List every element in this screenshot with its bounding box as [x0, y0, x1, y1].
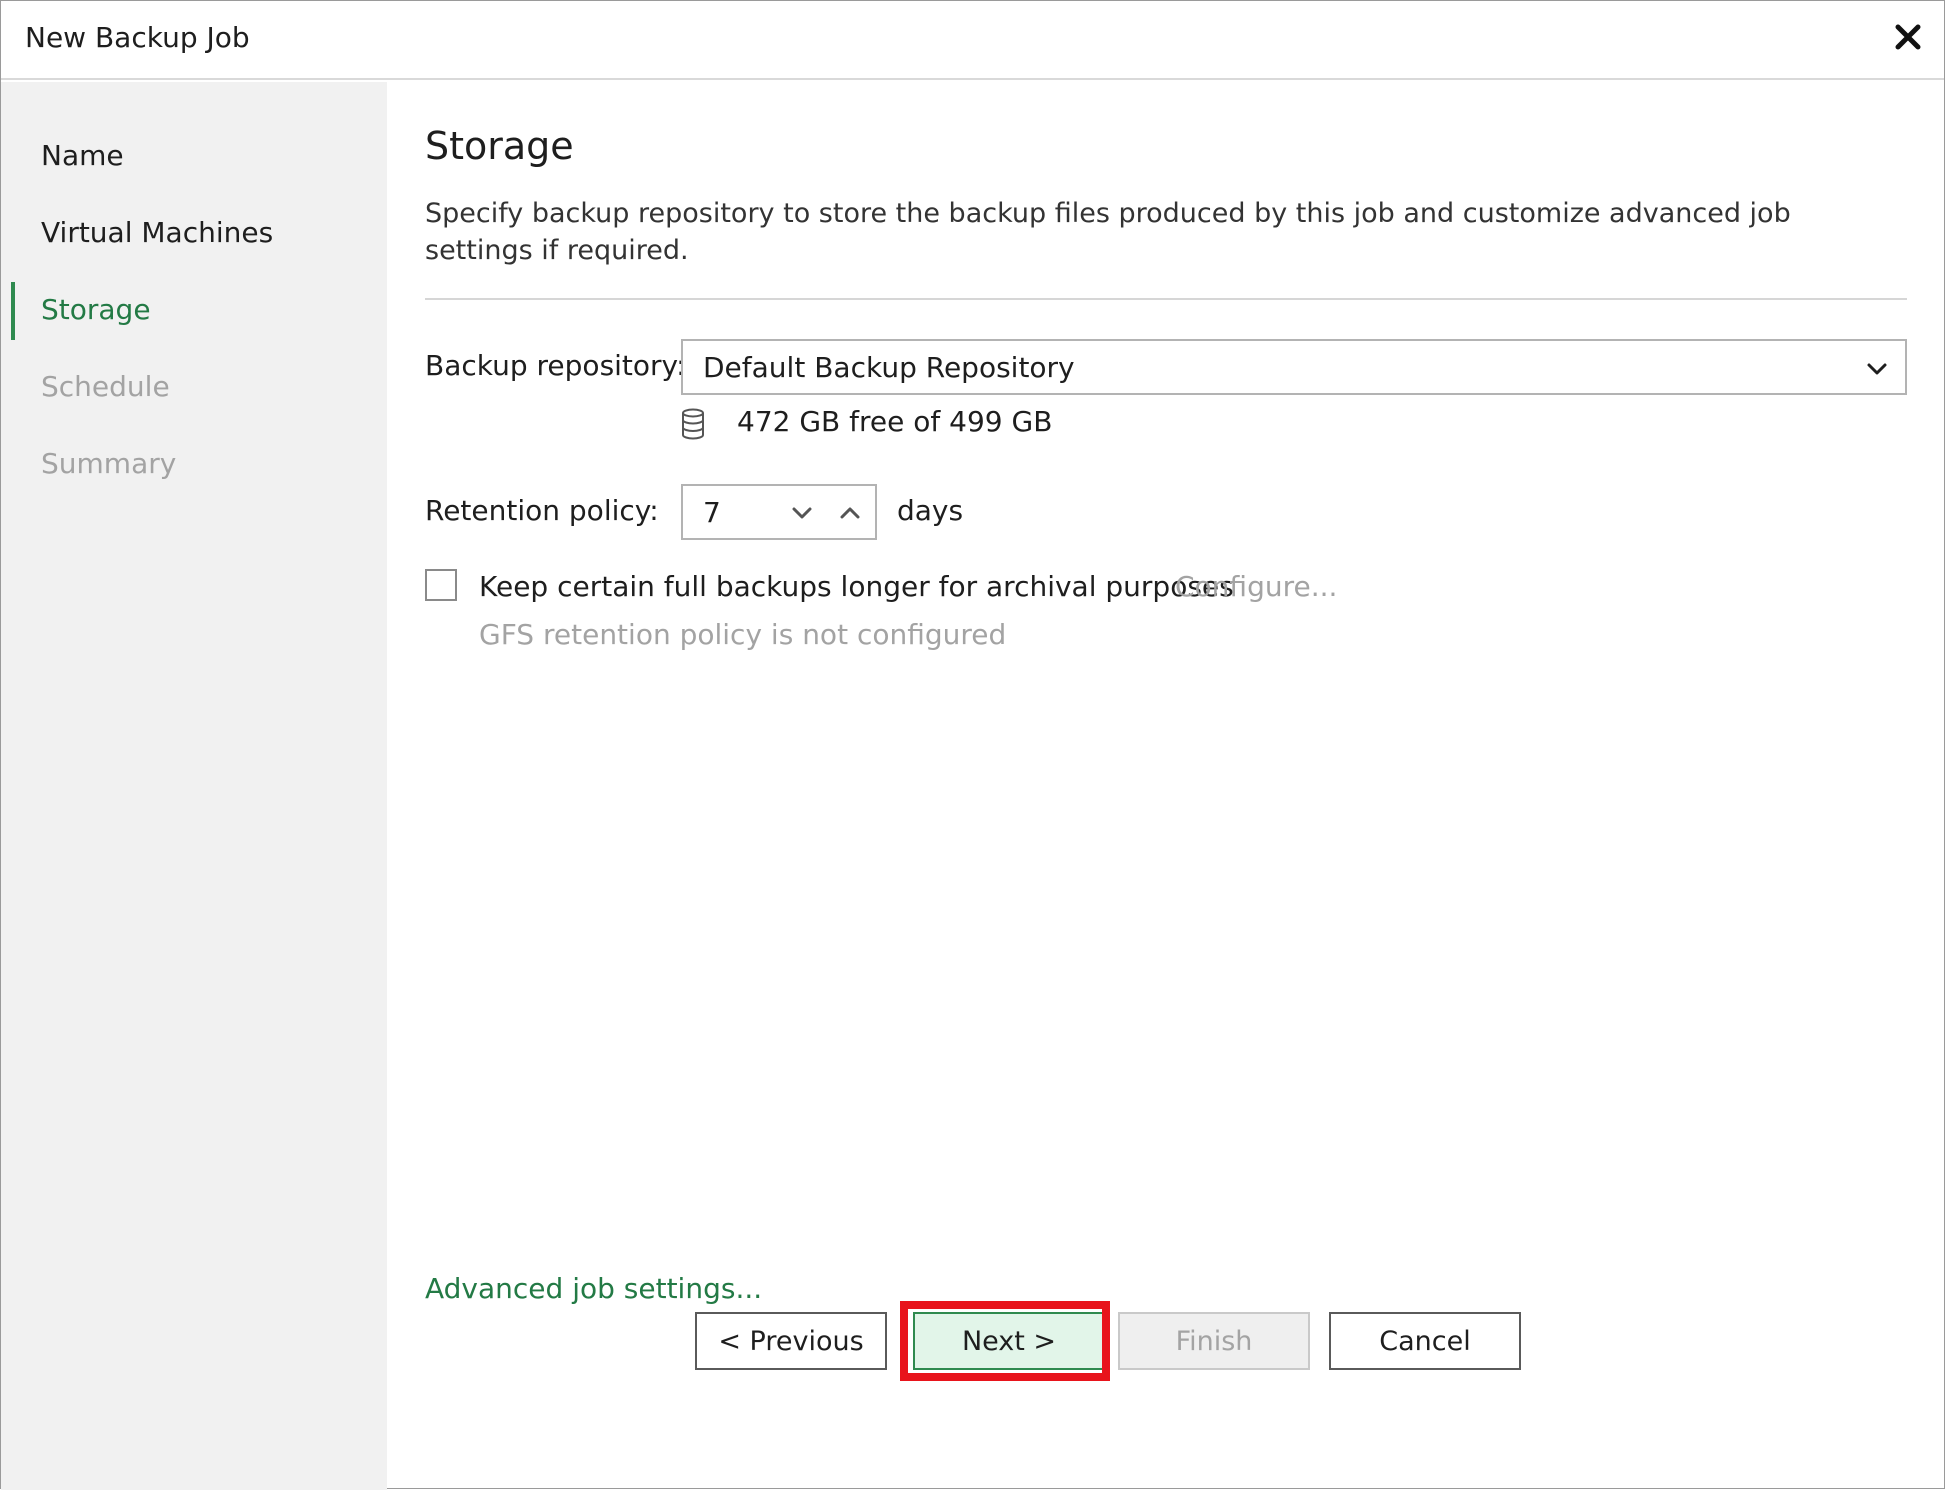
advanced-job-settings-link[interactable]: Advanced job settings... [425, 1272, 762, 1305]
retention-policy-label: Retention policy: [425, 494, 659, 527]
step-summary[interactable]: Summary [41, 447, 176, 480]
next-button[interactable]: Next > [913, 1312, 1105, 1370]
step-virtual-machines[interactable]: Virtual Machines [41, 216, 273, 249]
chevron-up-icon[interactable] [835, 499, 865, 527]
gfs-checkbox-label[interactable]: Keep certain full backups longer for arc… [479, 570, 1234, 603]
page-title: Storage [425, 124, 574, 168]
wizard-steps-sidebar: Name Virtual Machines Storage Schedule S… [1, 82, 387, 1490]
main-panel: Storage Specify backup repository to sto… [387, 82, 1945, 1490]
chevron-down-icon [1867, 363, 1887, 375]
step-storage[interactable]: Storage [41, 293, 151, 326]
close-icon [1895, 24, 1921, 50]
repository-free-space: 472 GB free of 499 GB [737, 405, 1053, 438]
gfs-retention-checkbox[interactable] [425, 569, 457, 601]
close-button[interactable] [1888, 17, 1928, 57]
previous-button[interactable]: < Previous [695, 1312, 887, 1370]
title-bar: New Backup Job [1, 1, 1944, 80]
retention-unit: days [897, 494, 964, 527]
step-name[interactable]: Name [41, 139, 124, 172]
cancel-button[interactable]: Cancel [1329, 1312, 1521, 1370]
backup-repository-value: Default Backup Repository [703, 351, 1075, 384]
gfs-status-text: GFS retention policy is not configured [479, 618, 1007, 651]
retention-policy-value[interactable]: 7 [703, 496, 721, 529]
backup-repository-label: Backup repository: [425, 349, 686, 382]
step-schedule[interactable]: Schedule [41, 370, 170, 403]
configure-gfs-link: Configure... [1175, 570, 1338, 603]
header-divider [425, 298, 1907, 300]
active-step-indicator [11, 282, 15, 340]
backup-repository-dropdown[interactable]: Default Backup Repository [681, 339, 1907, 395]
new-backup-job-window: New Backup Job Name Virtual Machines Sto… [0, 0, 1945, 1490]
database-icon [682, 408, 704, 440]
chevron-down-icon[interactable] [787, 499, 817, 527]
page-description: Specify backup repository to store the b… [425, 198, 1791, 266]
window-title: New Backup Job [25, 21, 250, 54]
retention-policy-stepper[interactable]: 7 [681, 484, 877, 540]
finish-button: Finish [1118, 1312, 1310, 1370]
